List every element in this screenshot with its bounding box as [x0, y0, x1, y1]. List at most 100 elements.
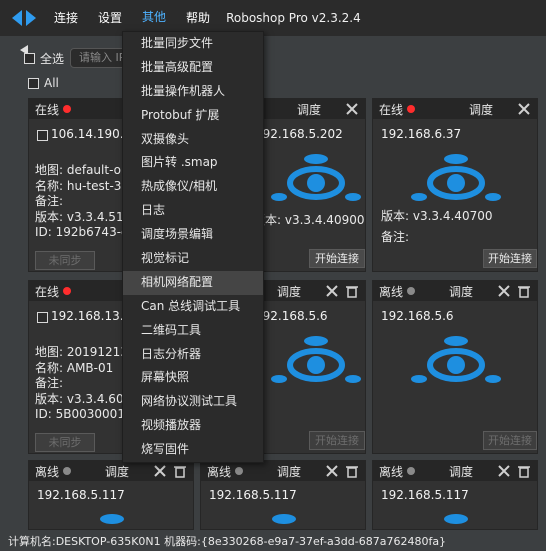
- menu-item-log[interactable]: 日志: [123, 199, 263, 223]
- status-label: 在线: [35, 284, 60, 299]
- ip-label: 192.168.13.1: [51, 309, 132, 323]
- tools-icon[interactable]: [325, 464, 339, 478]
- online-dot-icon: [407, 105, 416, 113]
- dispatch-label: 调度: [276, 284, 301, 299]
- menu-item-batch-robots[interactable]: 批量操作机器人: [123, 80, 263, 104]
- robot-card[interactable]: 离线 调度 192.168.5.117: [372, 460, 538, 530]
- connect-label: 开始连接: [315, 434, 359, 447]
- robot-icon: [100, 514, 124, 524]
- card-checkbox[interactable]: [37, 130, 48, 141]
- trash-icon[interactable]: [345, 284, 359, 298]
- connect-button[interactable]: 开始连接: [309, 249, 365, 268]
- ip-label: 192.168.5.117: [209, 488, 297, 502]
- robot-icon: [271, 154, 361, 201]
- note-label: 备注:: [381, 229, 410, 244]
- robot-card[interactable]: 离线 调度 192.168.5.117: [200, 460, 366, 530]
- menu-item-dual-camera[interactable]: 双摄像头: [123, 128, 263, 152]
- menu-item-thermal-camera[interactable]: 热成像仪/相机: [123, 175, 263, 199]
- card-info: 版本: v3.3.4.40700 备注:: [381, 209, 492, 245]
- offline-dot-icon: [407, 467, 416, 475]
- tools-icon[interactable]: [325, 284, 339, 298]
- menu-item-visual-marker[interactable]: 视觉标记: [123, 247, 263, 271]
- status-label: 离线: [207, 464, 232, 479]
- app-title: Roboshop Pro v2.3.2.4: [226, 11, 361, 25]
- ip-label: 192.168.6.37: [381, 127, 462, 141]
- trash-icon[interactable]: [517, 284, 531, 298]
- connect-label: 开始连接: [315, 252, 359, 265]
- trash-icon[interactable]: [345, 464, 359, 478]
- menu-bar: 连接 设置 其他 帮助 Roboshop Pro v2.3.2.4: [0, 0, 546, 36]
- offline-dot-icon: [63, 467, 72, 475]
- dispatch-label: 调度: [296, 102, 321, 117]
- robot-card[interactable]: 在线 调度 192.168.6.37 版本: v3.3.4.40700 备注: …: [372, 98, 538, 272]
- dispatch-label: 调度: [276, 464, 301, 479]
- sync-button[interactable]: 未同步: [35, 433, 95, 452]
- ip-label: 192.168.5.202: [255, 127, 343, 141]
- all-checkbox[interactable]: [28, 77, 39, 89]
- dispatch-label: 调度: [104, 464, 129, 479]
- sync-label: 未同步: [48, 436, 82, 449]
- online-dot-icon: [63, 105, 72, 113]
- robot-icon: [411, 154, 501, 201]
- all-filter[interactable]: All: [28, 76, 59, 90]
- menu-item-protobuf[interactable]: Protobuf 扩展: [123, 104, 263, 128]
- menu-item-camera-network[interactable]: 相机网络配置: [123, 270, 263, 295]
- ip-label: 192.168.5.117: [381, 488, 469, 502]
- app-logo-icon: [12, 9, 36, 27]
- offline-dot-icon: [235, 467, 244, 475]
- select-all-label: 全选: [40, 51, 65, 66]
- card-header: 在线 调度: [373, 99, 537, 119]
- card-header: 离线 调度: [29, 461, 193, 481]
- connect-label: 开始连接: [488, 252, 532, 265]
- all-label: All: [44, 76, 59, 90]
- menu-item-qr-tool[interactable]: 二维码工具: [123, 319, 263, 343]
- robot-icon: [411, 336, 501, 383]
- card-header: 离线 调度: [373, 461, 537, 481]
- menu-item-protocol-test[interactable]: 网络协议测试工具: [123, 390, 263, 414]
- robot-card[interactable]: 离线 调度 192.168.5.117: [28, 460, 194, 530]
- select-all-checkbox[interactable]: [24, 52, 35, 64]
- card-header: 离线 调度: [201, 461, 365, 481]
- menu-item-can-bus[interactable]: Can 总线调试工具: [123, 295, 263, 319]
- card-header: 离线 调度: [373, 281, 537, 301]
- status-label: 在线: [35, 102, 60, 117]
- menu-item-batch-advanced[interactable]: 批量高级配置: [123, 56, 263, 80]
- menu-item-flash-firmware[interactable]: 烧写固件: [123, 438, 263, 462]
- ip-label: 192.168.5.6: [255, 309, 328, 323]
- tools-icon[interactable]: [497, 284, 511, 298]
- card-checkbox[interactable]: [37, 312, 48, 323]
- menu-item-video-player[interactable]: 视频播放器: [123, 414, 263, 438]
- dispatch-label: 调度: [448, 284, 473, 299]
- status-bar: 计算机名:DESKTOP-635K0N1 机器码:{8e330268-e9a7-…: [0, 533, 546, 551]
- connect-button[interactable]: 开始连接: [483, 249, 537, 268]
- robot-icon: [271, 336, 361, 383]
- menu-item-scene-edit[interactable]: 调度场景编辑: [123, 223, 263, 247]
- trash-icon[interactable]: [517, 464, 531, 478]
- tools-icon[interactable]: [517, 102, 531, 116]
- tools-icon[interactable]: [153, 464, 167, 478]
- sync-button[interactable]: 未同步: [35, 251, 95, 270]
- dispatch-label: 调度: [468, 102, 493, 117]
- robot-icon: [272, 514, 296, 524]
- ip-label: 192.168.5.6: [381, 309, 454, 323]
- robot-card[interactable]: 离线 调度 192.168.5.6 开始连接: [372, 280, 538, 454]
- menu-item-screenshot[interactable]: 屏幕快照: [123, 366, 263, 390]
- connect-label: 开始连接: [488, 434, 532, 447]
- tools-icon[interactable]: [497, 464, 511, 478]
- ip-label: 192.168.5.117: [37, 488, 125, 502]
- menu-item-batch-sync[interactable]: 批量同步文件: [123, 32, 263, 56]
- other-menu-dropdown: 批量同步文件 批量高级配置 批量操作机器人 Protobuf 扩展 双摄像头 图…: [122, 31, 264, 463]
- tools-icon[interactable]: [345, 102, 359, 116]
- status-label: 离线: [379, 284, 404, 299]
- online-dot-icon: [63, 287, 72, 295]
- connect-button[interactable]: 开始连接: [309, 431, 365, 450]
- menu-item-image-to-smap[interactable]: 图片转 .smap: [123, 151, 263, 175]
- sync-label: 未同步: [48, 254, 82, 267]
- status-label: 在线: [379, 102, 404, 117]
- menu-connect[interactable]: 连接: [44, 0, 88, 36]
- trash-icon[interactable]: [173, 464, 187, 478]
- status-label: 离线: [35, 464, 60, 479]
- offline-dot-icon: [407, 287, 416, 295]
- menu-item-log-analyzer[interactable]: 日志分析器: [123, 343, 263, 367]
- connect-button[interactable]: 开始连接: [483, 431, 537, 450]
